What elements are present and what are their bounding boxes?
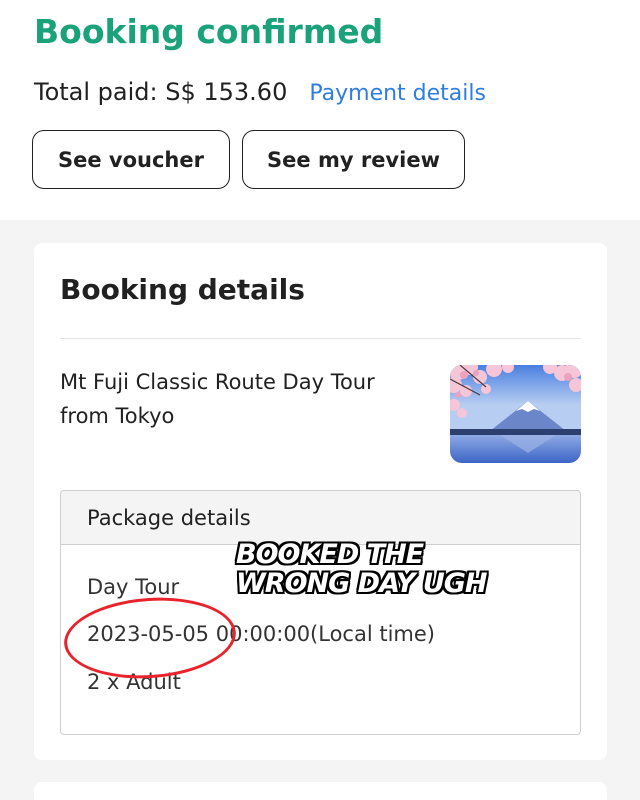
mt-fuji-photo-icon bbox=[450, 365, 581, 463]
page-title: Booking confirmed bbox=[34, 12, 384, 51]
product-name[interactable]: Mt Fuji Classic Route Day Tour from Toky… bbox=[60, 365, 420, 433]
see-review-button[interactable]: See my review bbox=[242, 130, 465, 189]
payment-details-link[interactable]: Payment details bbox=[309, 81, 486, 106]
caption-line-1: BOOKED THE bbox=[236, 539, 424, 570]
booking-details-card: Booking details Mt Fuji Classic Route Da… bbox=[34, 243, 607, 760]
booking-details-title: Booking details bbox=[60, 273, 305, 306]
package-details-header: Package details bbox=[61, 491, 580, 545]
next-card bbox=[34, 782, 607, 800]
total-paid: Total paid: S$ 153.60 bbox=[34, 78, 288, 106]
caption-overlay: BOOKED THE WRONG DAY UGH bbox=[236, 539, 488, 599]
package-time: 00:00:00(Local time) bbox=[215, 622, 435, 646]
header-section: Booking confirmed Total paid: S$ 153.60 … bbox=[0, 0, 640, 220]
divider bbox=[60, 338, 581, 339]
caption-line-2: WRONG DAY UGH bbox=[236, 568, 488, 599]
product-thumbnail[interactable] bbox=[450, 365, 581, 463]
see-voucher-button[interactable]: See voucher bbox=[32, 130, 230, 189]
package-type: Day Tour bbox=[87, 575, 180, 599]
payment-row: Total paid: S$ 153.60 Payment details bbox=[34, 78, 486, 106]
